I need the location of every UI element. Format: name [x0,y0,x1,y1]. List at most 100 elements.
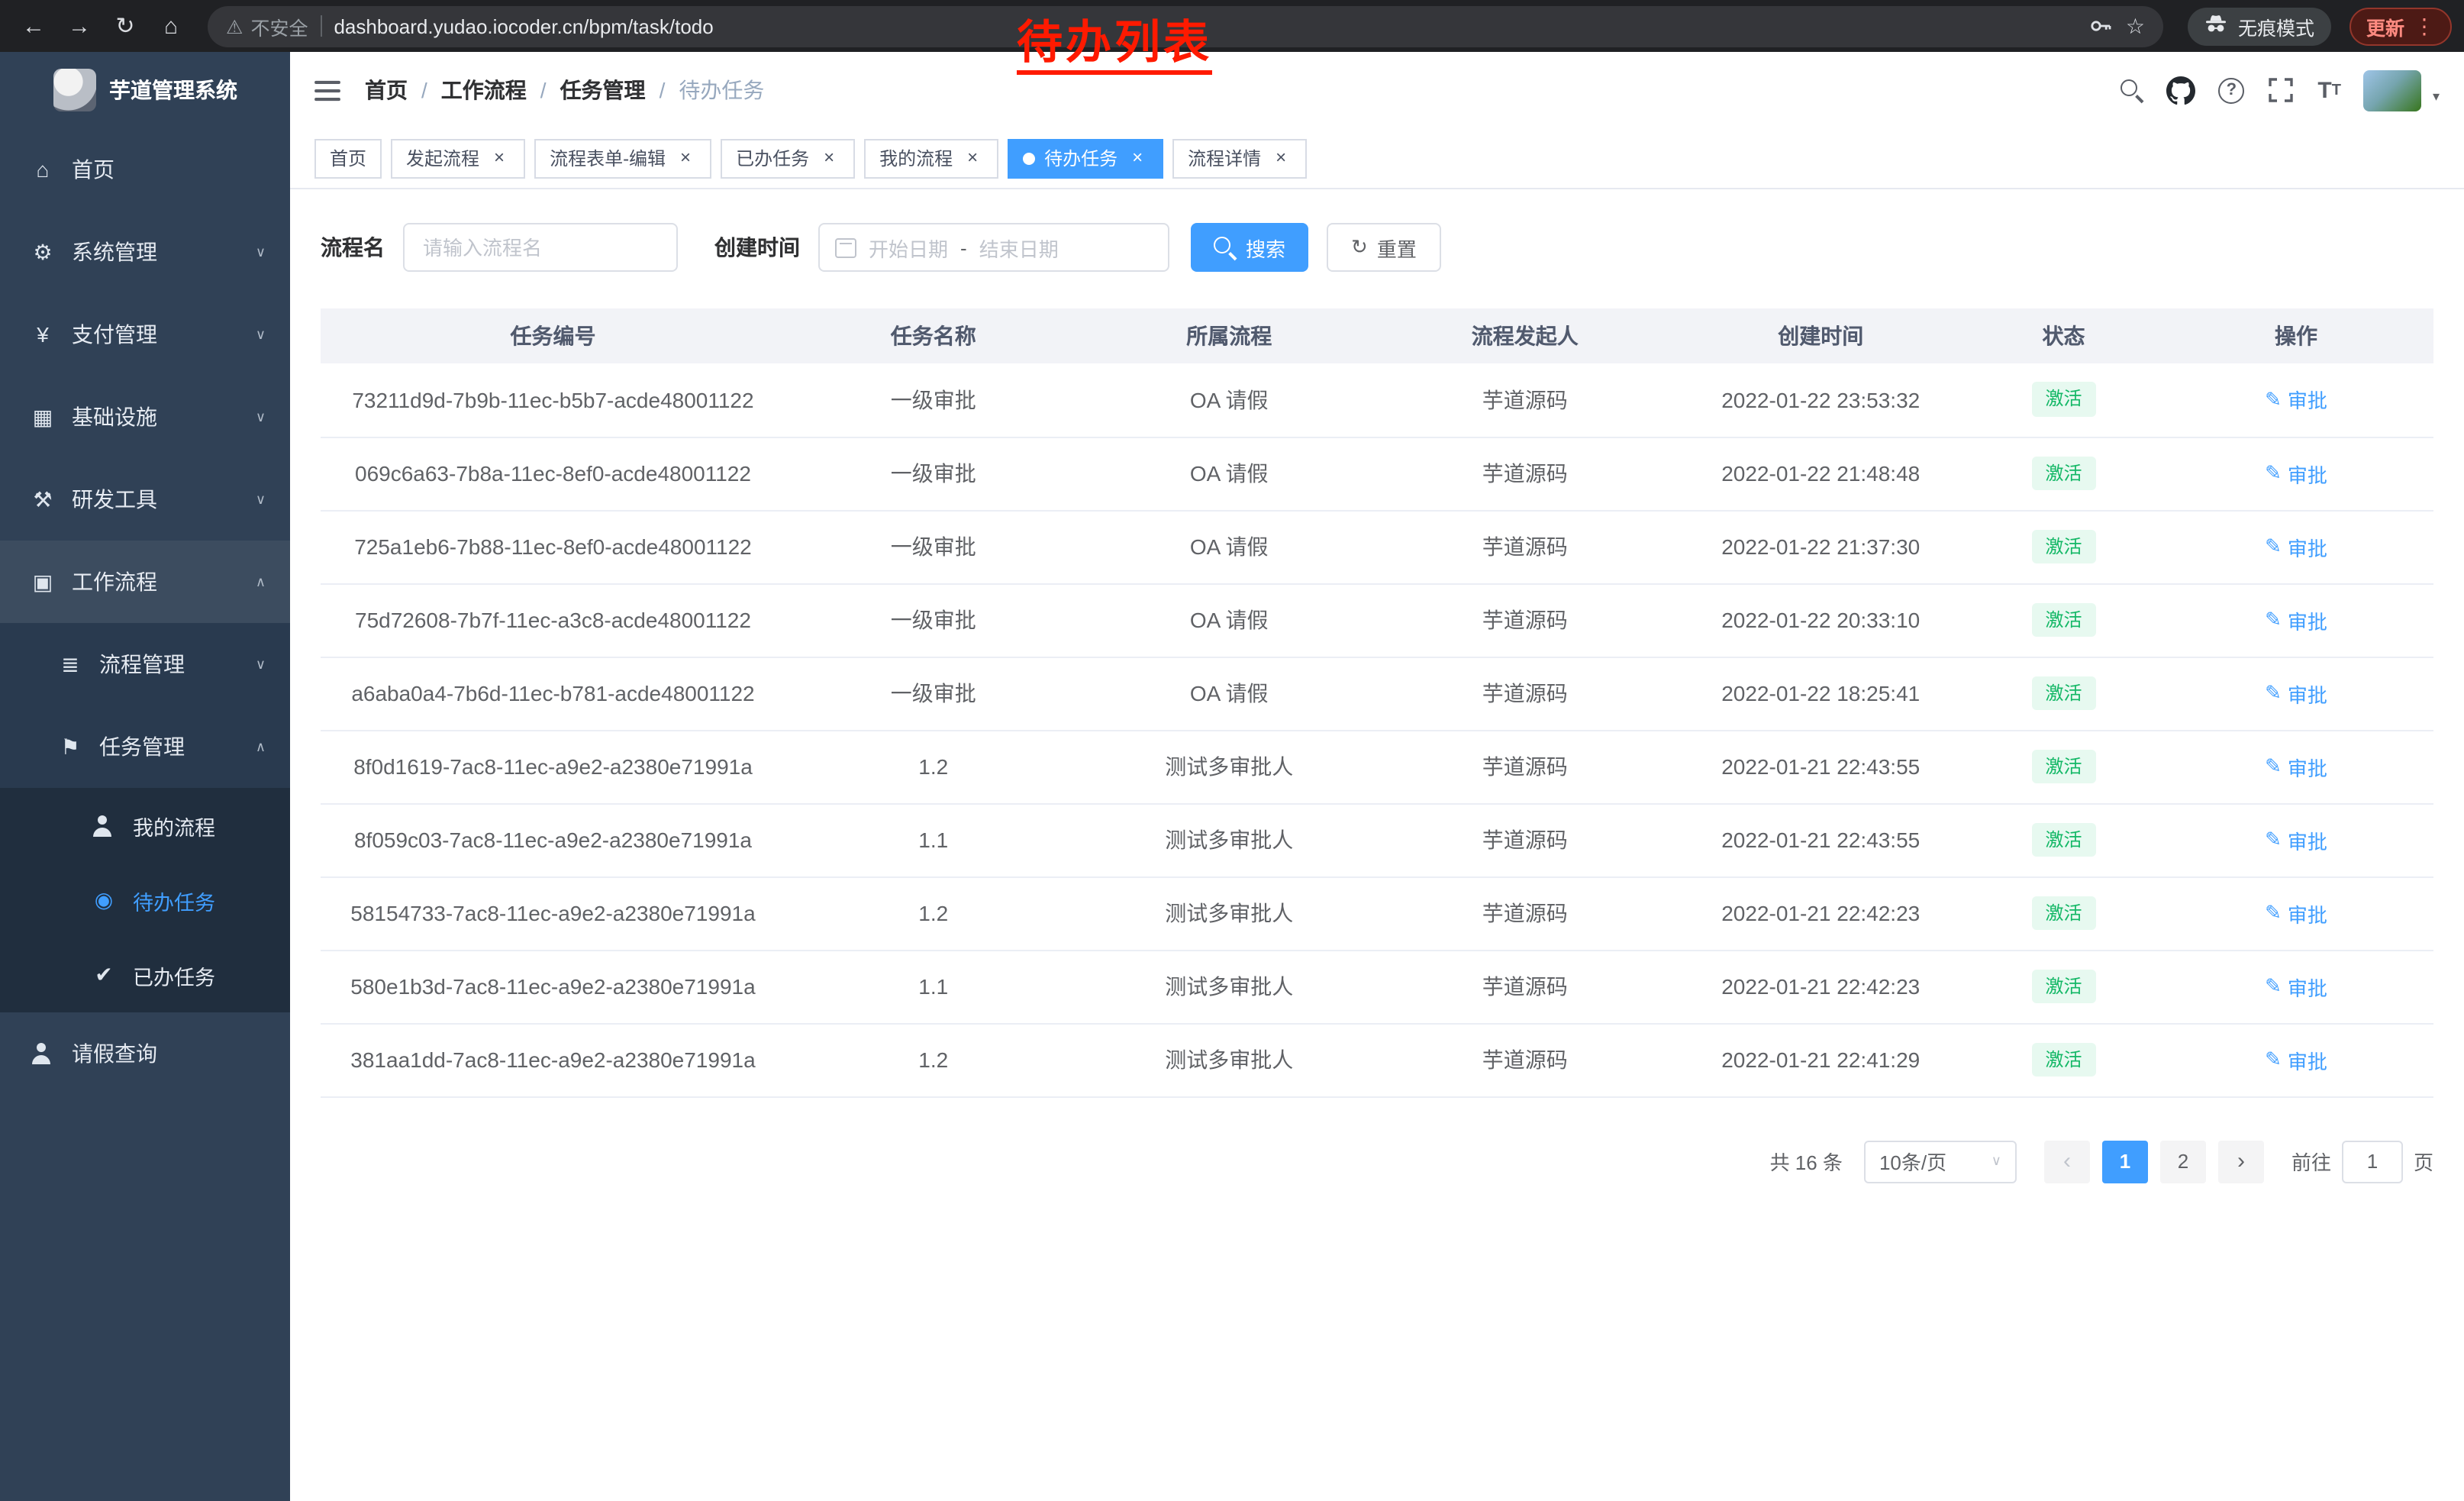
breadcrumb-workflow[interactable]: 工作流程 [441,75,527,105]
approve-link[interactable]: ✎审批 [2265,899,2327,928]
key-icon[interactable] [2089,14,2114,38]
home-icon[interactable]: ⌂ [150,5,192,47]
sidebar-item-home[interactable]: ⌂ 首页 [0,128,290,211]
goto-page-input[interactable] [2342,1140,2403,1183]
tab-form-edit[interactable]: 流程表单-编辑 × [534,138,711,178]
task-id: 725a1eb6-7b88-11ec-8ef0-acde48001122 [321,510,785,583]
tab-my-process[interactable]: 我的流程 × [864,138,998,178]
table-row: 8f0d1619-7ac8-11ec-a9e2-a2380e71991a 1.2… [321,730,2433,803]
breadcrumb-separator: / [660,78,666,102]
font-size-icon[interactable]: TT [2317,77,2341,103]
task-create-time: 2022-01-22 18:25:41 [1672,657,1969,730]
task-name: 一级审批 [785,657,1082,730]
task-initiator: 芋道源码 [1377,437,1673,510]
sidebar-item-label: 工作流程 [72,567,157,597]
task-initiator: 芋道源码 [1377,510,1673,583]
sidebar-item-infrastructure[interactable]: ▦ 基础设施 ∨ [0,376,290,458]
next-page-button[interactable]: › [2218,1140,2264,1183]
sidebar-item-todo-tasks[interactable]: ◉ 待办任务 [0,863,290,938]
approve-link[interactable]: ✎审批 [2265,386,2327,415]
task-name: 一级审批 [785,363,1082,437]
table-row: 725a1eb6-7b88-11ec-8ef0-acde48001122 一级审… [321,510,2433,583]
sidebar-item-workflow[interactable]: ▣ 工作流程 ∧ [0,541,290,623]
page-size-select[interactable]: 10条/页 ∨ [1864,1140,2017,1183]
approve-link[interactable]: ✎审批 [2265,532,2327,561]
search-button[interactable]: 搜索 [1191,223,1308,272]
task-id: 8f0d1619-7ac8-11ec-a9e2-a2380e71991a [321,730,785,803]
sidebar-item-leave-query[interactable]: 请假查询 [0,1012,290,1095]
app-logo-row[interactable]: 芋道管理系统 [0,52,290,128]
page-button-1[interactable]: 1 [2102,1140,2148,1183]
refresh-icon[interactable]: ↻ [104,5,147,47]
chevron-down-icon[interactable]: ▾ [2433,88,2440,105]
edit-icon: ✎ [2265,974,2282,999]
sidebar-item-process-mgmt[interactable]: ≣ 流程管理 ∨ [0,623,290,705]
sidebar-item-my-process[interactable]: 我的流程 [0,788,290,863]
task-initiator: 芋道源码 [1377,1023,1673,1096]
tab-process-detail[interactable]: 流程详情 × [1172,138,1307,178]
breadcrumb-task-mgmt[interactable]: 任务管理 [560,75,646,105]
forward-icon[interactable]: → [58,5,101,47]
tab-start-process[interactable]: 发起流程 × [391,138,525,178]
table-row: a6aba0a4-7b6d-11ec-b781-acde48001122 一级审… [321,657,2433,730]
page-button-2[interactable]: 2 [2160,1140,2206,1183]
table-row: 75d72608-7b7f-11ec-a3c8-acde48001122 一级审… [321,583,2433,657]
avatar[interactable] [2364,69,2422,111]
sidebar-item-devtools[interactable]: ⚒ 研发工具 ∨ [0,458,290,541]
task-name: 一级审批 [785,583,1082,657]
star-icon[interactable]: ☆ [2126,13,2145,39]
task-process: OA 请假 [1081,657,1377,730]
status-badge: 激活 [2032,529,2096,564]
chevron-up-icon: ∧ [256,738,266,755]
incognito-icon [2204,14,2227,38]
close-icon[interactable]: × [1127,147,1148,169]
approve-link[interactable]: ✎审批 [2265,825,2327,854]
task-mgmt-submenu: 我的流程 ◉ 待办任务 ✔ 已办任务 [0,788,290,1012]
edit-icon: ✎ [2265,828,2282,852]
sidebar-item-payment[interactable]: ¥ 支付管理 ∨ [0,293,290,376]
approve-link[interactable]: ✎审批 [2265,752,2327,781]
fullscreen-icon[interactable] [2267,76,2295,104]
close-icon[interactable]: × [489,147,510,169]
browser-chrome: ← → ↻ ⌂ ⚠ 不安全 dashboard.yudao.iocoder.cn… [0,0,2464,52]
table-row: 8f059c03-7ac8-11ec-a9e2-a2380e71991a 1.1… [321,803,2433,876]
search-icon[interactable] [2121,79,2143,102]
close-icon[interactable]: × [962,147,983,169]
tab-done-tasks[interactable]: 已办任务 × [721,138,855,178]
task-id: 58154733-7ac8-11ec-a9e2-a2380e71991a [321,876,785,950]
close-icon[interactable]: × [818,147,840,169]
sidebar-item-label: 流程管理 [99,649,185,679]
approve-link[interactable]: ✎审批 [2265,459,2327,488]
security-status[interactable]: ⚠ 不安全 [226,11,308,40]
task-process: 测试多审批人 [1081,950,1377,1023]
approve-link[interactable]: ✎审批 [2265,605,2327,634]
chevron-down-icon: ∨ [256,656,266,673]
sidebar-item-system[interactable]: ⚙ 系统管理 ∨ [0,211,290,293]
reset-button[interactable]: ↻ 重置 [1327,223,1441,272]
date-range-picker[interactable]: 开始日期 - 结束日期 [818,223,1169,272]
col-task-id: 任务编号 [321,308,785,363]
task-create-time: 2022-01-22 23:53:32 [1672,363,1969,437]
approve-link[interactable]: ✎审批 [2265,972,2327,1001]
sidebar-item-done-tasks[interactable]: ✔ 已办任务 [0,938,290,1012]
approve-link[interactable]: ✎审批 [2265,679,2327,708]
github-icon[interactable] [2166,76,2195,105]
address-bar[interactable]: ⚠ 不安全 dashboard.yudao.iocoder.cn/bpm/tas… [208,5,2163,47]
sidebar-item-label: 基础设施 [72,402,157,432]
prev-page-button[interactable]: ‹ [2044,1140,2090,1183]
approve-link[interactable]: ✎审批 [2265,1045,2327,1074]
task-initiator: 芋道源码 [1377,363,1673,437]
menu-dots-icon[interactable]: ⋮ [2414,13,2435,39]
help-icon[interactable]: ? [2218,77,2244,103]
tab-home[interactable]: 首页 [314,138,382,178]
sidebar-item-task-mgmt[interactable]: ⚑ 任务管理 ∧ [0,705,290,788]
tab-todo-tasks[interactable]: 待办任务 × [1008,138,1163,178]
update-button[interactable]: 更新 ⋮ [2350,7,2452,45]
back-icon[interactable]: ← [12,5,55,47]
close-icon[interactable]: × [1270,147,1292,169]
menu-collapse-icon[interactable] [314,79,340,102]
sidebar-item-label: 支付管理 [72,319,157,350]
breadcrumb-home[interactable]: 首页 [365,75,408,105]
process-name-input[interactable] [403,223,678,272]
close-icon[interactable]: × [675,147,696,169]
